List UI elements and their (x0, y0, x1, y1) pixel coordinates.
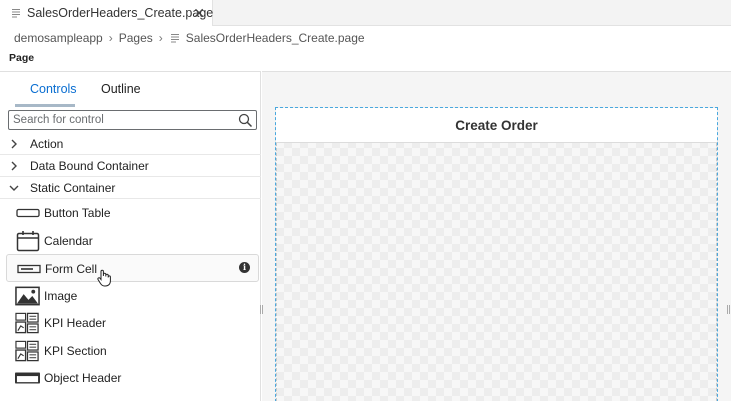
control-image[interactable]: Image (0, 282, 261, 310)
control-calendar[interactable]: Calendar (0, 227, 261, 255)
hand-cursor-icon (96, 269, 112, 287)
chevron-right-icon: › (158, 31, 163, 45)
control-label: Image (44, 288, 78, 303)
breadcrumb: demosampleapp › Pages › SalesOrderHeader… (14, 30, 365, 46)
page-drop-area[interactable] (276, 143, 717, 401)
active-tab-indicator (15, 104, 75, 107)
category-label: Action (30, 137, 64, 151)
chevron-right-icon (9, 138, 19, 150)
image-icon (15, 286, 40, 306)
control-list: Action Data Bound Container Static Conta… (0, 133, 261, 392)
category-label: Static Container (30, 181, 116, 195)
control-kpi-section[interactable]: KPI Section (0, 337, 261, 365)
kpi-section-icon (15, 340, 40, 361)
category-static-container[interactable]: Static Container (0, 177, 261, 199)
breadcrumb-item-pages[interactable]: Pages (119, 31, 153, 45)
search-input[interactable] (13, 112, 233, 128)
category-data-bound-container[interactable]: Data Bound Container (0, 155, 261, 177)
control-label: KPI Section (44, 343, 107, 358)
control-label: KPI Header (44, 316, 107, 330)
page-designer-canvas[interactable]: Create Order (262, 71, 731, 401)
controls-panel: Controls Outline Action Data Bound Conta… (0, 71, 261, 401)
section-label: Page (9, 52, 35, 64)
panel-resize-handle[interactable] (727, 305, 730, 314)
document-icon (169, 32, 181, 44)
editor-tab[interactable]: SalesOrderHeaders_Create.page ✕ (0, 0, 213, 26)
category-label: Data Bound Container (30, 159, 149, 173)
control-label: Form Cell (45, 262, 98, 276)
calendar-icon (15, 230, 40, 251)
tab-controls[interactable]: Controls (30, 82, 77, 96)
object-header-icon (15, 368, 40, 388)
chevron-right-icon (9, 160, 19, 172)
editor-tab-strip: SalesOrderHeaders_Create.page ✕ (0, 0, 731, 26)
search-icon[interactable] (238, 113, 253, 128)
editor-tab-title: SalesOrderHeaders_Create.page (27, 6, 214, 20)
category-action[interactable]: Action (0, 133, 261, 155)
control-button-table[interactable]: Button Table (0, 199, 261, 227)
breadcrumb-item-file[interactable]: SalesOrderHeaders_Create.page (186, 31, 365, 45)
button-table-icon (15, 203, 40, 223)
form-cell-icon (16, 259, 41, 279)
control-label: Calendar (44, 233, 93, 248)
close-tab-icon[interactable]: ✕ (193, 4, 205, 22)
breadcrumb-item-project[interactable]: demosampleapp (14, 31, 103, 45)
search-box (8, 110, 257, 130)
control-object-header[interactable]: Object Header (0, 364, 261, 392)
control-label: Button Table (44, 206, 111, 220)
chevron-right-icon: › (108, 31, 113, 45)
document-icon (10, 7, 22, 20)
control-kpi-header[interactable]: KPI Header (0, 309, 261, 337)
panel-tabs: Controls Outline (0, 72, 261, 108)
control-form-cell[interactable]: Form Cell i (6, 254, 259, 282)
page-title[interactable]: Create Order (276, 108, 717, 143)
chevron-down-icon (9, 182, 19, 194)
panel-resize-handle[interactable] (260, 305, 263, 314)
page-preview[interactable]: Create Order (275, 107, 718, 401)
info-icon[interactable]: i (239, 262, 250, 273)
control-label: Object Header (44, 371, 122, 385)
tab-outline[interactable]: Outline (101, 82, 141, 96)
kpi-header-icon (15, 312, 40, 334)
